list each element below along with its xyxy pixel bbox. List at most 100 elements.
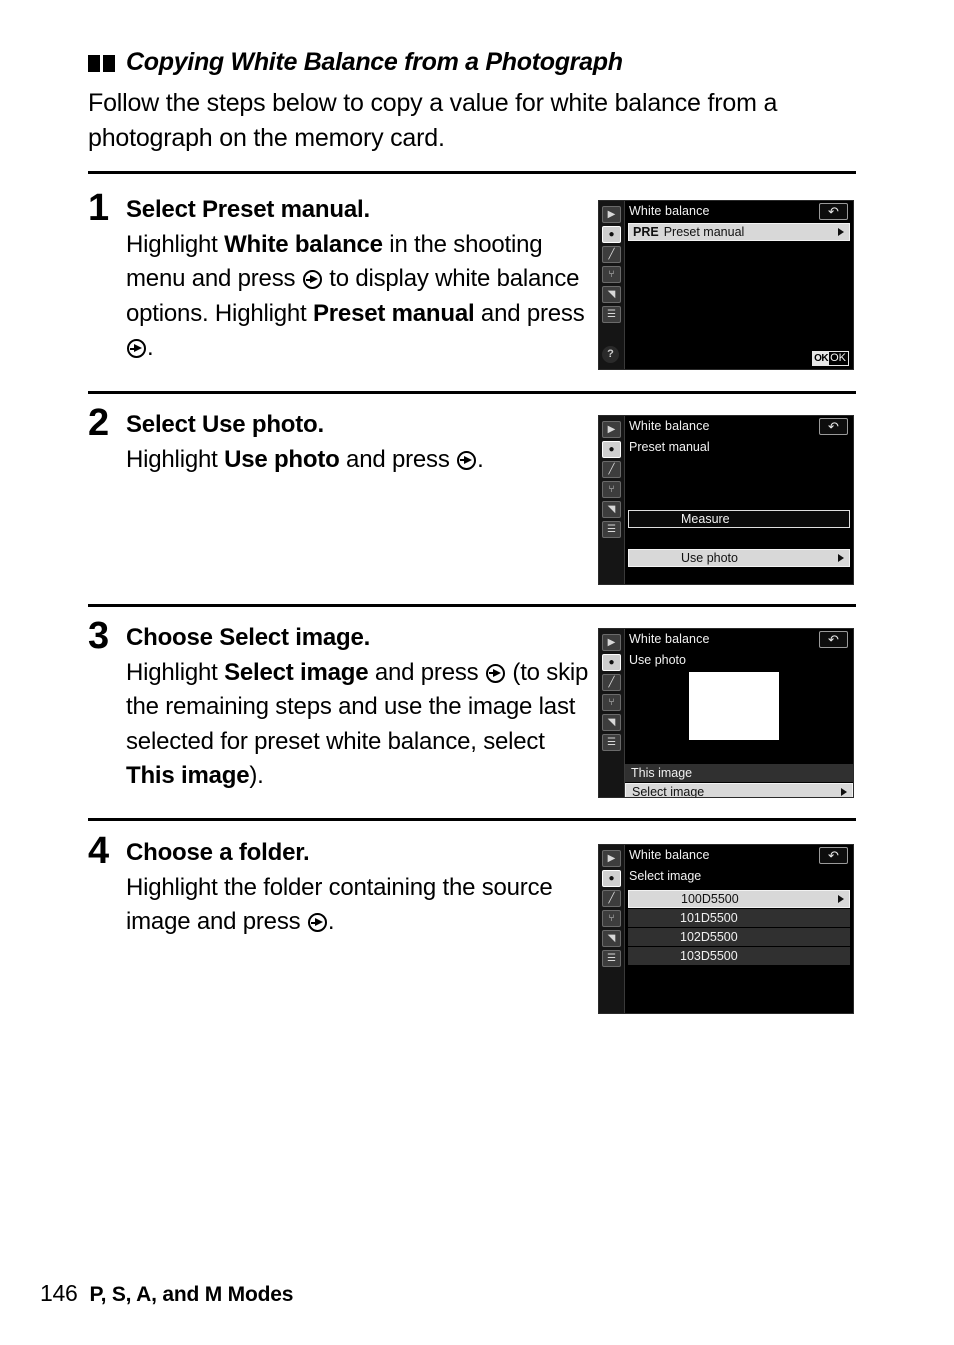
chevron-right-icon [841, 788, 847, 796]
step-text: Select Use photo. Highlight Use photo and… [126, 408, 596, 477]
setup-menu-icon[interactable]: ⑂ [602, 481, 621, 498]
setup-menu-icon[interactable]: ⑂ [602, 694, 621, 711]
step-title: Select Use photo. [126, 411, 324, 438]
menu-row-label: 101D5500 [680, 910, 738, 925]
menu-row-label: Measure [681, 511, 730, 526]
menu-row-label: Preset manual [663, 224, 745, 239]
divider-step2-step3 [88, 604, 856, 607]
playback-icon[interactable]: ▶ [602, 850, 621, 867]
menu-row-label: 103D5500 [680, 948, 738, 963]
ok-button[interactable]: OK OK [812, 351, 849, 366]
playback-icon[interactable]: ▶ [602, 206, 621, 223]
back-icon[interactable]: ↶ [819, 418, 848, 435]
step-text: Choose Select image. Highlight Select ima… [126, 621, 596, 794]
step-number: 3 [88, 615, 110, 657]
manual-page: Copying White Balance from a Photograph … [0, 0, 954, 1345]
retouch-menu-icon[interactable]: ◥ [602, 930, 621, 947]
menu-row[interactable]: 103D5500 [628, 947, 850, 965]
menu-row-label: Select image [632, 784, 705, 798]
recent-settings-icon[interactable]: ☰ [602, 521, 621, 538]
multi-selector-right-icon [485, 663, 505, 683]
screen-title: White balance [629, 419, 710, 433]
ok-button-label: OK [830, 352, 846, 364]
step-text: Select Preset manual. Highlight White bal… [126, 193, 596, 366]
camera-screen-choose-folder: ▶ ● ╱ ⑂ ◥ ☰ White balance ↶ Select image 100D5500… [598, 844, 854, 1014]
chevron-right-icon [838, 895, 844, 903]
recent-settings-icon[interactable]: ☰ [602, 734, 621, 751]
retouch-menu-icon[interactable]: ◥ [602, 501, 621, 518]
custom-settings-icon[interactable]: ╱ [602, 674, 621, 691]
setup-menu-icon[interactable]: ⑂ [602, 266, 621, 283]
camera-screen-use-photo: ▶ ● ╱ ⑂ ◥ ☰ White balance ↶ Preset manual Measure… [598, 415, 854, 585]
menu-row[interactable]: PRE Preset manual [628, 223, 850, 241]
preset-badge: PRE [633, 224, 659, 239]
divider-step1-step2 [88, 391, 856, 394]
back-icon[interactable]: ↶ [819, 203, 848, 220]
step-title: Select Preset manual. [126, 196, 370, 223]
section-heading: Copying White Balance from a Photograph [88, 48, 878, 77]
menu-row[interactable]: Select image [625, 783, 853, 798]
chevron-right-icon [838, 554, 844, 562]
divider-step3-step4 [88, 818, 856, 821]
shooting-menu-icon[interactable]: ● [602, 441, 621, 458]
menu-row[interactable]: Use photo [628, 549, 850, 567]
camera-screen-preset-manual: ▶ ● ╱ ⑂ ◥ ☰? White balance ↶ PRE Preset manual OK O… [598, 200, 854, 370]
shooting-menu-icon[interactable]: ● [602, 870, 621, 887]
menu-row-label: Use photo [681, 550, 738, 565]
shooting-menu-icon[interactable]: ● [602, 226, 621, 243]
page-footer: 146 P, S, A, and M Modes [40, 1280, 293, 1307]
screen-title: White balance [629, 632, 710, 646]
step-number: 2 [88, 402, 110, 444]
screen-title: White balance [629, 848, 710, 862]
retouch-menu-icon[interactable]: ◥ [602, 286, 621, 303]
menu-row[interactable]: 102D5500 [628, 928, 850, 946]
menu-row-label: This image [631, 765, 693, 780]
custom-settings-icon[interactable]: ╱ [602, 246, 621, 263]
step-title: Choose a folder. [126, 839, 310, 866]
section-title: Copying White Balance from a Photograph [126, 48, 623, 76]
custom-settings-icon[interactable]: ╱ [602, 461, 621, 478]
screen-subtitle: Preset manual [629, 440, 710, 454]
shooting-menu-icon[interactable]: ● [602, 654, 621, 671]
menu-sidebar: ▶ ● ╱ ⑂ ◥ ☰ [599, 629, 625, 797]
menu-sidebar: ▶ ● ╱ ⑂ ◥ ☰ [599, 845, 625, 1013]
divider-top [88, 171, 856, 174]
step-number: 4 [88, 830, 110, 872]
setup-menu-icon[interactable]: ⑂ [602, 910, 621, 927]
back-icon[interactable]: ↶ [819, 631, 848, 648]
back-icon[interactable]: ↶ [819, 847, 848, 864]
menu-row[interactable]: This image [625, 764, 853, 782]
step-number: 1 [88, 187, 110, 229]
retouch-menu-icon[interactable]: ◥ [602, 714, 621, 731]
screen-title: White balance [629, 204, 710, 218]
menu-row[interactable]: Measure [628, 510, 850, 528]
help-icon[interactable]: ? [602, 346, 619, 363]
step-description: Highlight Use photo and press . [126, 445, 484, 473]
multi-selector-right-icon [307, 913, 327, 932]
intro-paragraph: Follow the steps below to copy a value f… [88, 89, 778, 152]
camera-screen-select-image: ▶ ● ╱ ⑂ ◥ ☰ White balance ↶ Use photo This image S… [598, 628, 854, 798]
screen-subtitle: Select image [629, 869, 702, 883]
playback-icon[interactable]: ▶ [602, 634, 621, 651]
menu-row[interactable]: 101D5500 [628, 909, 850, 927]
recent-settings-icon[interactable]: ☰ [602, 306, 621, 323]
step-description: Highlight Select image and press (to ski… [126, 658, 589, 790]
screen-subtitle: Use photo [629, 653, 686, 667]
menu-sidebar: ▶ ● ╱ ⑂ ◥ ☰? [599, 201, 625, 369]
menu-row-label: 100D5500 [681, 891, 739, 906]
ok-badge-icon: OK [813, 352, 830, 365]
custom-settings-icon[interactable]: ╱ [602, 890, 621, 907]
step-description: Highlight the folder containing the sour… [126, 873, 553, 936]
menu-row[interactable]: 100D5500 [628, 890, 850, 908]
step-title: Choose Select image. [126, 624, 371, 651]
chevron-right-icon [838, 228, 844, 236]
photo-thumbnail [689, 672, 779, 740]
step-description: Highlight White balance in the shooting … [126, 230, 585, 362]
menu-row-label: 102D5500 [680, 929, 738, 944]
double-square-marker-icon [88, 54, 116, 72]
recent-settings-icon[interactable]: ☰ [602, 950, 621, 967]
multi-selector-right-icon [302, 270, 322, 289]
playback-icon[interactable]: ▶ [602, 421, 621, 438]
multi-selector-right-icon [127, 339, 146, 358]
footer-section-title: P, S, A, and M Modes [89, 1283, 294, 1306]
